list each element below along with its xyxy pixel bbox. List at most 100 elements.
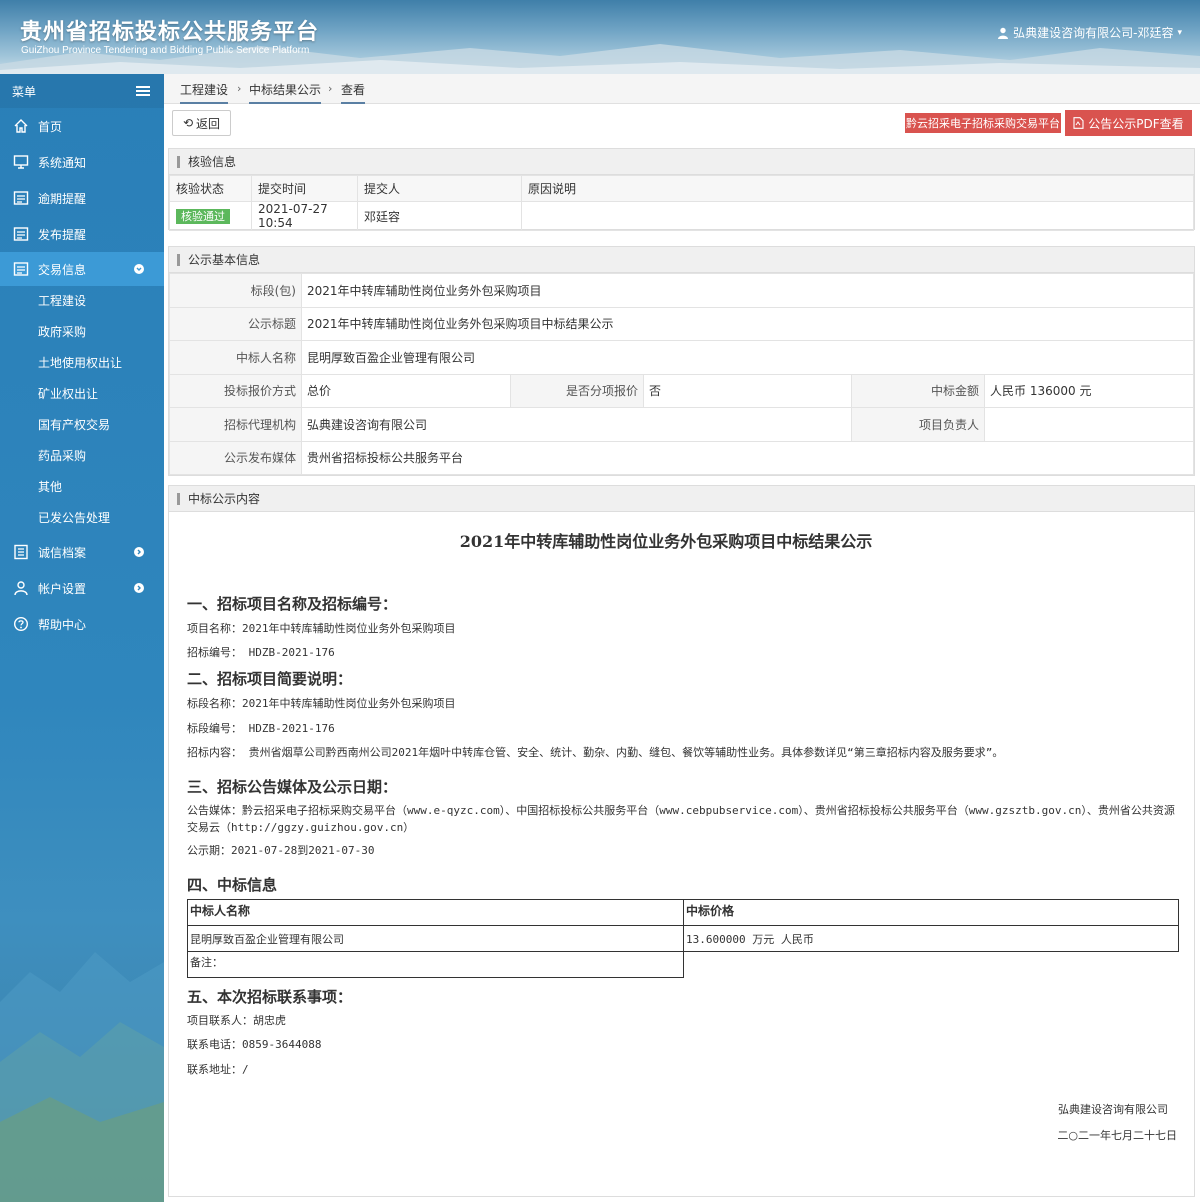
notice-title: 2021年中转库辅助性岗位业务外包采购项目中标结果公示 — [459, 532, 873, 551]
notice-content-panel: 中标公示内容 2021年中转库辅助性岗位业务外包采购项目中标结果公示 一、招标项… — [168, 485, 1195, 1197]
column-header: 提交人 — [357, 175, 522, 202]
sidebar-item-publish[interactable]: 发布提醒 — [0, 216, 164, 252]
breadcrumb-item[interactable]: 查看 — [341, 81, 366, 104]
column-header: 提交时间 — [251, 175, 358, 202]
chevron-down-icon — [134, 264, 144, 274]
caret-down-icon: ▾ — [1177, 27, 1182, 38]
field-value: 贵州省招标投标公共服务平台 — [301, 440, 1194, 475]
sidebar-sub-item[interactable]: 药品采购 — [0, 441, 164, 472]
submit-time: 2021-07-27 10:54 — [251, 201, 358, 231]
field-value: 2021年中转库辅助性岗位业务外包采购项目 — [301, 273, 1194, 308]
section-heading: 三、招标公告媒体及公示日期： — [187, 778, 398, 796]
help-icon — [12, 615, 30, 633]
user-menu[interactable]: 弘典建设咨询有限公司-邓廷容 ▾ — [997, 24, 1182, 41]
column-header: 核验状态 — [169, 175, 252, 202]
menu-label: 菜单 — [12, 84, 37, 99]
notice-line: 联系地址：/ — [187, 1063, 249, 1076]
field-label: 标段(包) — [169, 273, 302, 308]
notice-line: 项目名称：2021年中转库辅助性岗位业务外包采购项目 — [187, 622, 456, 635]
sidebar-sub-item[interactable]: 其他 — [0, 472, 164, 503]
sidebar-item-label: 系统通知 — [38, 155, 87, 170]
back-label: 返回 — [196, 116, 221, 131]
sidebar-item-notice[interactable]: 系统通知 — [0, 144, 164, 180]
winner-name: 昆明厚致百盈企业管理有限公司 — [187, 925, 684, 952]
sidebar-sub-item[interactable]: 矿业权出让 — [0, 379, 164, 410]
sidebar-item-label: 发布提醒 — [38, 227, 87, 242]
section-heading: 四、中标信息 — [187, 876, 278, 894]
field-label: 公示发布媒体 — [169, 440, 302, 475]
status-badge: 核验通过 — [176, 209, 230, 224]
user-icon — [998, 27, 1009, 39]
notice-line: 联系电话：0859-3644088 — [187, 1038, 322, 1051]
notice-line: 公告媒体：黔云招采电子招标采购交易平台（www.e-qyzc.com）、中国招标… — [187, 804, 1175, 834]
hamburger-icon[interactable] — [136, 86, 150, 96]
panel-title: 公示基本信息 — [169, 247, 1194, 273]
sidebar-item-label: 首页 — [38, 119, 63, 134]
panel-title-text: 核验信息 — [188, 155, 237, 169]
sidebar-item-help[interactable]: 帮助中心 — [0, 606, 164, 642]
sidebar-item-home[interactable]: 首页 — [0, 108, 164, 144]
user-name: 弘典建设咨询有限公司-邓廷容 — [1013, 26, 1174, 40]
sidebar-item-label: 帐户设置 — [38, 581, 87, 596]
back-button[interactable]: ⟲ 返回 — [172, 110, 231, 136]
reason — [521, 201, 1194, 231]
field-value: 昆明厚致百盈企业管理有限公司 — [301, 340, 1194, 375]
sidebar-sub-item[interactable]: 国有产权交易 — [0, 410, 164, 441]
notice-line: 公示期：2021-07-28到2021-07-30 — [187, 844, 375, 857]
notice-line: 招标编号： HDZB-2021-176 — [187, 646, 335, 659]
notice-line: 招标内容： 贵州省烟草公司黔西南州公司2021年烟叶中转库仓管、安全、统计、勤杂… — [187, 746, 1004, 759]
panel-title-text: 公示基本信息 — [188, 253, 261, 267]
platform-subtitle: GuiZhou Province Tendering and Bidding P… — [21, 45, 310, 56]
panel-title-text: 中标公示内容 — [188, 492, 261, 506]
field-label: 投标报价方式 — [169, 373, 302, 408]
field-label: 项目负责人 — [851, 407, 985, 442]
column-header: 中标人名称 — [187, 899, 684, 926]
notice-line: 项目联系人：胡忠虎 — [187, 1014, 286, 1027]
sidebar-sub-item[interactable]: 土地使用权出让 — [0, 348, 164, 379]
sidebar-item-credit[interactable]: 诚信档案 — [0, 534, 164, 570]
field-value — [984, 407, 1194, 442]
sidebar-sub-item[interactable]: 已发公告处理 — [0, 503, 164, 534]
sidebar-item-label: 诚信档案 — [38, 545, 87, 560]
qianyun-platform-button[interactable]: 黔云招采电子招标采购交易平台 — [905, 113, 1061, 133]
sidebar-sub-item[interactable]: 政府采购 — [0, 317, 164, 348]
pdf-label: 公告公示PDF查看 — [1088, 116, 1184, 131]
section-heading: 五、本次招标联系事项： — [187, 988, 353, 1006]
chevron-right-icon — [134, 583, 144, 593]
breadcrumb-separator: › — [328, 82, 333, 95]
sidebar-item-label: 交易信息 — [38, 262, 87, 277]
list-icon — [12, 189, 30, 207]
breadcrumb-item[interactable]: 工程建设 — [180, 81, 229, 104]
menu-header: 菜单 — [0, 74, 164, 108]
user-icon — [12, 579, 30, 597]
chevron-right-icon — [134, 547, 144, 557]
field-label: 中标金额 — [851, 373, 985, 408]
breadcrumb: 工程建设 › 中标结果公示 › 查看 — [164, 74, 1200, 104]
section-heading: 一、招标项目名称及招标编号： — [187, 595, 398, 613]
field-value: 总价 — [301, 373, 511, 408]
field-label: 招标代理机构 — [169, 407, 302, 442]
winner-note: 备注： — [187, 951, 684, 978]
sidebar-item-label: 逾期提醒 — [38, 191, 87, 206]
pdf-file-icon — [1073, 117, 1084, 129]
basic-info-panel: 公示基本信息 标段(包) 2021年中转库辅助性岗位业务外包采购项目 公示标题 … — [168, 246, 1195, 476]
sidebar-sub-item[interactable]: 工程建设 — [0, 286, 164, 317]
sidebar: 菜单 首页 系统通知 逾期提醒 发布提醒 交易信息 工程建设 政府采购 土地使用… — [0, 74, 164, 1202]
sidebar-item-trade[interactable]: 交易信息 — [0, 252, 164, 286]
sidebar-item-account[interactable]: 帐户设置 — [0, 570, 164, 606]
panel-title: 中标公示内容 — [169, 486, 1194, 512]
sidebar-item-overdue[interactable]: 逾期提醒 — [0, 180, 164, 216]
field-label: 是否分项报价 — [510, 373, 644, 408]
breadcrumb-item[interactable]: 中标结果公示 — [249, 81, 322, 104]
verify-table: 核验状态 提交时间 提交人 原因说明 核验通过 2021-07-27 10:54… — [169, 175, 1194, 231]
field-label: 公示标题 — [169, 306, 302, 341]
breadcrumb-separator: › — [237, 82, 242, 95]
verify-panel: 核验信息 核验状态 提交时间 提交人 原因说明 核验通过 2021-07-27 … — [168, 148, 1195, 231]
home-icon — [12, 117, 30, 135]
main-content: 工程建设 › 中标结果公示 › 查看 ⟲ 返回 黔云招采电子招标采购交易平台 公… — [164, 74, 1200, 1202]
column-header: 原因说明 — [521, 175, 1194, 202]
pdf-view-button[interactable]: 公告公示PDF查看 — [1065, 110, 1192, 136]
sidebar-item-label: 帮助中心 — [38, 617, 87, 632]
monitor-icon — [12, 153, 30, 171]
field-value: 2021年中转库辅助性岗位业务外包采购项目中标结果公示 — [301, 306, 1194, 341]
